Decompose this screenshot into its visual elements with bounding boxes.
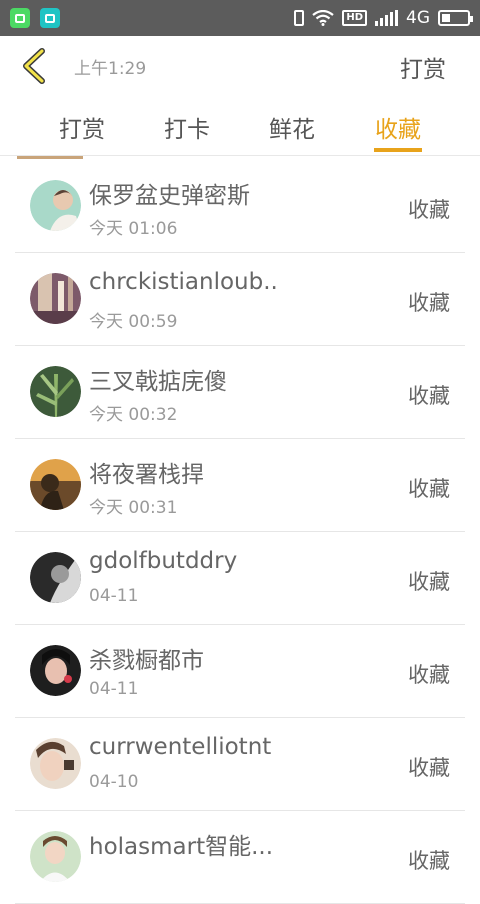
tab-bar: 打赏 打卡 鲜花 收藏 [0,96,480,156]
timestamp: 04-11 [89,679,139,699]
top-bar: 打赏 [0,36,480,96]
app-notification-icon [10,8,30,28]
timestamp: 今天 00:31 [89,498,178,518]
list-item[interactable]: 三叉戟掂庑傻 今天 00:32 收藏 [15,346,465,439]
avatar [30,273,81,324]
favorite-label[interactable]: 收藏 [408,752,450,782]
favorite-label[interactable]: 收藏 [408,380,450,410]
timestamp: 今天 00:59 [89,312,178,332]
avatar [30,645,81,696]
user-name: chrckistianloub... [89,269,279,295]
avatar [30,180,81,231]
tab-reward[interactable]: 打赏 [59,110,105,144]
avatar [30,459,81,510]
favorite-label[interactable]: 收藏 [408,566,450,596]
user-name: 将夜署栈捍 [89,462,204,488]
scan-notification-icon [40,8,60,28]
user-name: 保罗盆史弹密斯 [89,183,250,209]
list-item[interactable]: chrckistianloub... 今天 00:59 收藏 [15,253,465,346]
timestamp: 今天 01:06 [89,219,178,239]
active-tab-indicator [374,148,422,152]
vibrate-icon [294,10,305,26]
list-item[interactable]: 杀戮橱都市 04-11 收藏 [15,625,465,718]
battery-icon [438,10,473,26]
timestamp: 今天 00:32 [89,405,178,425]
list-item[interactable]: currwentelliotnt 04-10 收藏 [15,718,465,811]
favorite-label[interactable]: 收藏 [408,845,450,875]
avatar [30,366,81,417]
list-item[interactable]: holasmart智能... 收藏 [15,811,465,904]
favorite-label[interactable]: 收藏 [408,473,450,503]
avatar [30,552,81,603]
favorite-label[interactable]: 收藏 [408,659,450,689]
network-type: 4G [406,8,430,28]
user-name: 杀戮橱都市 [89,648,204,674]
favorite-label[interactable]: 收藏 [408,194,450,224]
user-name: gdolfbutddry [89,548,238,574]
scrolled-row-edge [17,156,83,159]
back-arrow-icon[interactable] [20,48,48,84]
list-item[interactable]: gdolfbutddry 04-11 收藏 [15,532,465,625]
favorite-label[interactable]: 收藏 [408,287,450,317]
user-name: 三叉戟掂庑傻 [89,369,227,395]
timestamp: 04-10 [89,772,139,792]
reward-button[interactable]: 打赏 [400,50,446,84]
wifi-icon [312,10,335,26]
avatar [30,831,81,882]
list-item[interactable]: 保罗盆史弹密斯 今天 01:06 收藏 [15,160,465,253]
user-name: holasmart智能... [89,834,274,860]
status-indicators: HD 4G [294,8,473,28]
list-item[interactable]: 将夜署栈捍 今天 00:31 收藏 [15,439,465,532]
favorites-list: 保罗盆史弹密斯 今天 01:06 收藏 chrckistianloub... 今… [0,160,480,904]
tab-checkin[interactable]: 打卡 [164,110,210,144]
hd-icon: HD [342,10,367,26]
status-bar: 上午1:29 HD 4G [0,0,480,79]
avatar [30,738,81,789]
tab-favorites[interactable]: 收藏 [375,110,421,144]
user-name: currwentelliotnt [89,734,272,760]
tab-flowers[interactable]: 鲜花 [269,110,315,144]
timestamp: 04-11 [89,586,139,606]
signal-icon [375,10,398,26]
